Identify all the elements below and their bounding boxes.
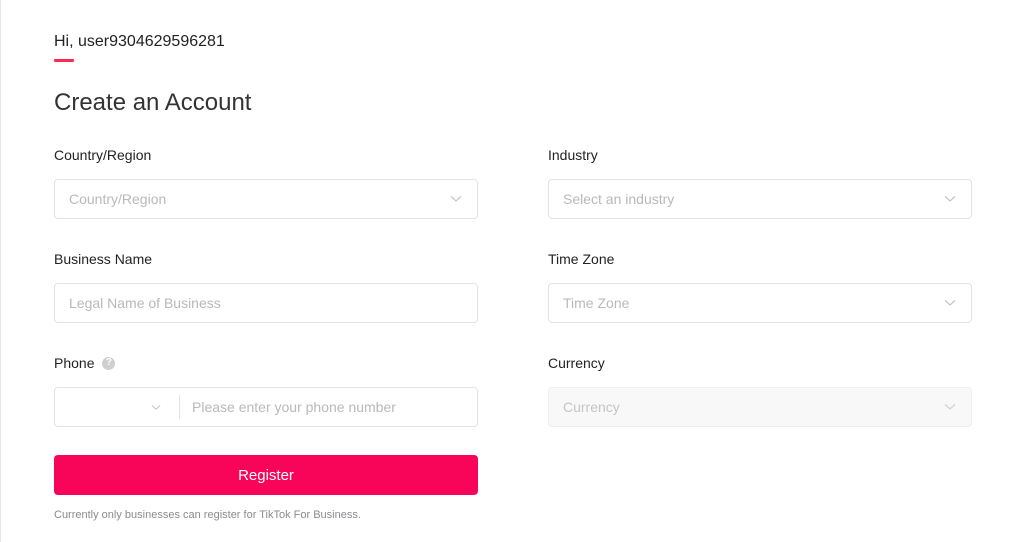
register-button[interactable]: Register (54, 455, 478, 495)
phone-field: Phone ? Please enter your phone number (54, 353, 478, 427)
chevron-down-icon (449, 192, 463, 206)
currency-field: Currency Currency (548, 353, 972, 427)
time-zone-field: Time Zone Time Zone (548, 249, 972, 323)
country-field: Country/Region Country/Region (54, 145, 478, 219)
phone-divider (179, 395, 180, 419)
question-mark-icon[interactable]: ? (102, 356, 116, 370)
greeting-underline (54, 59, 74, 62)
currency-select[interactable]: Currency (548, 387, 972, 427)
time-zone-placeholder: Time Zone (563, 295, 630, 311)
country-select[interactable]: Country/Region (54, 179, 478, 219)
create-account-page: Hi, user9304629596281 Create an Account … (0, 0, 1024, 542)
country-label: Country/Region (54, 147, 152, 163)
business-name-field: Business Name Legal Name of Business (54, 249, 478, 323)
greeting: Hi, user9304629596281 (54, 33, 225, 50)
phone-country-code-select[interactable] (55, 388, 167, 426)
currency-placeholder: Currency (563, 399, 620, 415)
industry-placeholder: Select an industry (563, 191, 675, 207)
phone-label: Phone (54, 355, 95, 371)
time-zone-select[interactable]: Time Zone (548, 283, 972, 323)
business-name-label: Business Name (54, 251, 153, 267)
phone-label-row: Phone ? (54, 353, 478, 373)
country-placeholder: Country/Region (69, 191, 167, 207)
business-name-placeholder: Legal Name of Business (69, 295, 221, 311)
page-title: Create an Account (54, 89, 252, 116)
phone-number-input[interactable]: Please enter your phone number (192, 399, 477, 415)
chevron-down-icon (149, 400, 163, 414)
industry-field: Industry Select an industry (548, 145, 972, 219)
chevron-down-icon (943, 400, 957, 414)
phone-control: Please enter your phone number (54, 387, 478, 427)
industry-label: Industry (548, 147, 598, 163)
chevron-down-icon (943, 192, 957, 206)
time-zone-label: Time Zone (548, 251, 615, 267)
currency-label: Currency (548, 355, 605, 371)
chevron-down-icon (943, 296, 957, 310)
footnote: Currently only businesses can register f… (54, 509, 361, 521)
industry-select[interactable]: Select an industry (548, 179, 972, 219)
business-name-input[interactable]: Legal Name of Business (54, 283, 478, 323)
